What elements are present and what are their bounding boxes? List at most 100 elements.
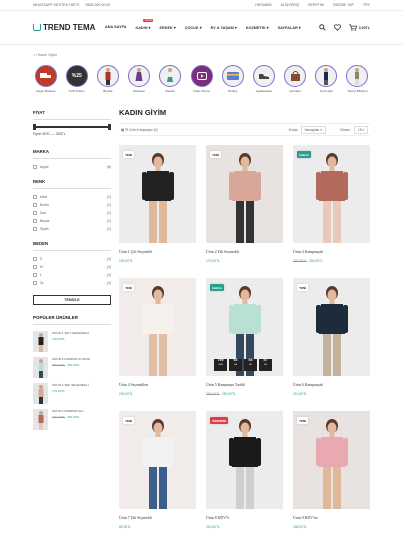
product-card[interactable]: YENİ Ürün 4 Seçenekleri 230,00TL — [119, 278, 196, 411]
product-card[interactable]: %İNDİRİM Ürün 8 KDV'li 210,00TL — [206, 411, 283, 544]
category-item[interactable]: Kargo Bedava — [33, 65, 58, 97]
product-card[interactable]: YENİ Ürün 7 Tek Seçenekli 80,00TL — [119, 411, 196, 544]
product-price: 80,00TL — [119, 525, 196, 529]
sort-select[interactable]: Varsayılan ▾ — [300, 125, 326, 134]
product-card[interactable]: İndirim Ürün 4 Kampanyalı 180,00TL 150,00… — [293, 145, 370, 278]
checkbox[interactable] — [33, 257, 37, 261]
popular-product-image[interactable] — [33, 383, 48, 404]
nav-home-living[interactable]: EV & YAŞAM ▾ — [211, 25, 237, 30]
checkbox[interactable] — [33, 227, 37, 231]
product-card[interactable]: YENİ Ürün 9 KDV'siz 185,00TL — [293, 411, 370, 544]
category-item[interactable]: %25 %25 İndirim — [64, 65, 89, 97]
topbar-link-checkout[interactable]: ÖDEME YAP — [333, 3, 354, 7]
wishlist-icon[interactable] — [333, 23, 341, 32]
category-item[interactable]: Bluzlar — [95, 65, 120, 97]
nav-women[interactable]: Trend KADIN ▾ — [135, 19, 154, 30]
category-item[interactable]: Tekrar Bildirimi — [345, 65, 370, 97]
popular-product-name[interactable]: ÜRÜN 1 ŞİFT SEÇENEKLİ — [52, 331, 89, 335]
current-price: 170,00TL — [52, 389, 66, 393]
popular-product[interactable]: ÜRÜN 2 TEK SEÇENEKLİ 170,00TL — [33, 383, 111, 404]
checkbox[interactable] — [33, 219, 37, 223]
checkbox[interactable] — [33, 281, 37, 285]
nav-men[interactable]: ERKEK ▾ — [159, 25, 175, 30]
nav-home[interactable]: ANA SAYFA — [105, 25, 126, 30]
product-name[interactable]: Ürün 8 KDV'li — [206, 516, 283, 520]
size-option[interactable]: M (4) — [33, 265, 111, 269]
popular-product-image[interactable] — [33, 357, 48, 378]
nav-kids[interactable]: ÇOCUK ▾ — [185, 25, 202, 30]
product-image[interactable]: YENİ — [293, 278, 370, 376]
cart-icon[interactable]: 0,00TL — [348, 24, 370, 31]
color-option[interactable]: Siyah (1) — [33, 227, 111, 231]
popular-product-image[interactable] — [33, 409, 48, 430]
color-option[interactable]: Beyaz (1) — [33, 219, 111, 223]
checkbox[interactable] — [33, 165, 37, 169]
product-name[interactable]: Ürün 5 Kampanya Tarihli — [206, 383, 283, 387]
color-option[interactable]: Sarı (1) — [33, 211, 111, 215]
clear-filter-button[interactable]: TEMİZLE — [33, 295, 111, 305]
popular-product-image[interactable] — [33, 331, 48, 352]
product-price: 100,00TL — [119, 259, 196, 263]
category-item[interactable]: Video Demo — [189, 65, 214, 97]
category-item[interactable]: Ayakkabılar — [251, 65, 276, 97]
show-select[interactable]: 15 ▾ — [353, 125, 368, 134]
product-card[interactable]: YENİ Ürün 6 Kampanyalı 210,00TL — [293, 278, 370, 411]
product-card[interactable]: YENİ Ürün 2 Tek Seçenekli 170,00TL — [206, 145, 283, 278]
category-label: Ayakkabılar — [255, 88, 272, 93]
nav-pages[interactable]: SAYFALAR ▾ — [278, 25, 301, 30]
popular-product[interactable]: ÜRÜN 1 ŞİFT SEÇENEKLİ 100,00TL — [33, 331, 111, 352]
price-slider[interactable] — [33, 124, 111, 130]
checkbox[interactable] — [33, 273, 37, 277]
size-option[interactable]: XL (4) — [33, 281, 111, 285]
size-option[interactable]: S (4) — [33, 257, 111, 261]
checkbox[interactable] — [33, 203, 37, 207]
topbar-link-cart[interactable]: SEPETİM — [308, 3, 324, 7]
nav-cosmetics[interactable]: KOZMETİK ▾ — [246, 25, 269, 30]
brand-option[interactable]: Apple (6) — [33, 165, 111, 169]
popular-product[interactable]: ÜRÜN 5 KAMPANYA Tarihli 280,00TL 250,00TL — [33, 357, 111, 378]
checkbox[interactable] — [33, 195, 37, 199]
category-item[interactable]: Hediye — [220, 65, 245, 97]
product-tag: İndirim — [297, 151, 312, 158]
checkbox[interactable] — [33, 265, 37, 269]
product-card[interactable]: İndirim 759 GÜN 04 SA 04 DK 57 SN Ürün 5 Kampan… — [206, 278, 283, 411]
product-name[interactable]: Ürün 9 KDV'siz — [293, 516, 370, 520]
category-item[interactable]: Kozmetik — [314, 65, 339, 97]
product-image[interactable]: YENİ — [206, 145, 283, 243]
product-image[interactable]: YENİ — [119, 145, 196, 243]
popular-product[interactable]: ÜRÜN 4 KAMPANYALI 180,00TL 150,00TL — [33, 409, 111, 430]
product-name[interactable]: Ürün 4 Kampanyalı — [293, 250, 370, 254]
product-image[interactable]: İndirim — [293, 145, 370, 243]
currency-select[interactable]: TRY — [363, 3, 370, 7]
topbar-link-account[interactable]: HESABIM — [255, 3, 271, 7]
support-phone[interactable]: 0505 000 00 00 — [85, 3, 110, 7]
color-option[interactable]: Bordo (1) — [33, 203, 111, 207]
product-image[interactable]: İndirim 759 GÜN 04 SA 04 DK 57 SN — [206, 278, 283, 376]
home-icon[interactable]: ⌂ — [33, 53, 35, 57]
product-image[interactable]: %İNDİRİM — [206, 411, 283, 509]
compare-link[interactable]: ▦ ☰ Ürün Karşılaştır (0) — [121, 128, 158, 132]
popular-product-name[interactable]: ÜRÜN 2 TEK SEÇENEKLİ — [52, 383, 89, 387]
product-image[interactable]: YENİ — [119, 411, 196, 509]
product-name[interactable]: Ürün 6 Kampanyalı — [293, 383, 370, 387]
popular-product-name[interactable]: ÜRÜN 5 KAMPANYA Tarihli — [52, 357, 90, 361]
product-name[interactable]: Ürün 2 Tek Seçenekli — [206, 250, 283, 254]
size-option[interactable]: L (4) — [33, 273, 111, 277]
search-icon[interactable] — [318, 23, 326, 32]
product-name[interactable]: Ürün 7 Tek Seçenekli — [119, 516, 196, 520]
product-tag: YENİ — [123, 284, 135, 291]
product-image[interactable]: YENİ — [293, 411, 370, 509]
category-item[interactable]: Çantalar — [283, 65, 308, 97]
category-item[interactable]: Etekler — [158, 65, 183, 97]
topbar-link-shopping[interactable]: ALIŞVERİŞ — [280, 3, 299, 7]
color-option[interactable]: Mavi (1) — [33, 195, 111, 199]
product-image[interactable]: YENİ — [119, 278, 196, 376]
popular-product-name[interactable]: ÜRÜN 4 KAMPANYALI — [52, 409, 84, 413]
product-name[interactable]: Ürün 4 Seçenekleri — [119, 383, 196, 387]
product-card[interactable]: YENİ Ürün 1 Çift Seçenekli 100,00TL — [119, 145, 196, 278]
grid-view-icon[interactable]: ▦ ☰ — [121, 128, 128, 132]
category-item[interactable]: Elbiseler — [127, 65, 152, 97]
logo[interactable]: TREND TEMA — [33, 23, 105, 32]
product-name[interactable]: Ürün 1 Çift Seçenekli — [119, 250, 196, 254]
checkbox[interactable] — [33, 211, 37, 215]
